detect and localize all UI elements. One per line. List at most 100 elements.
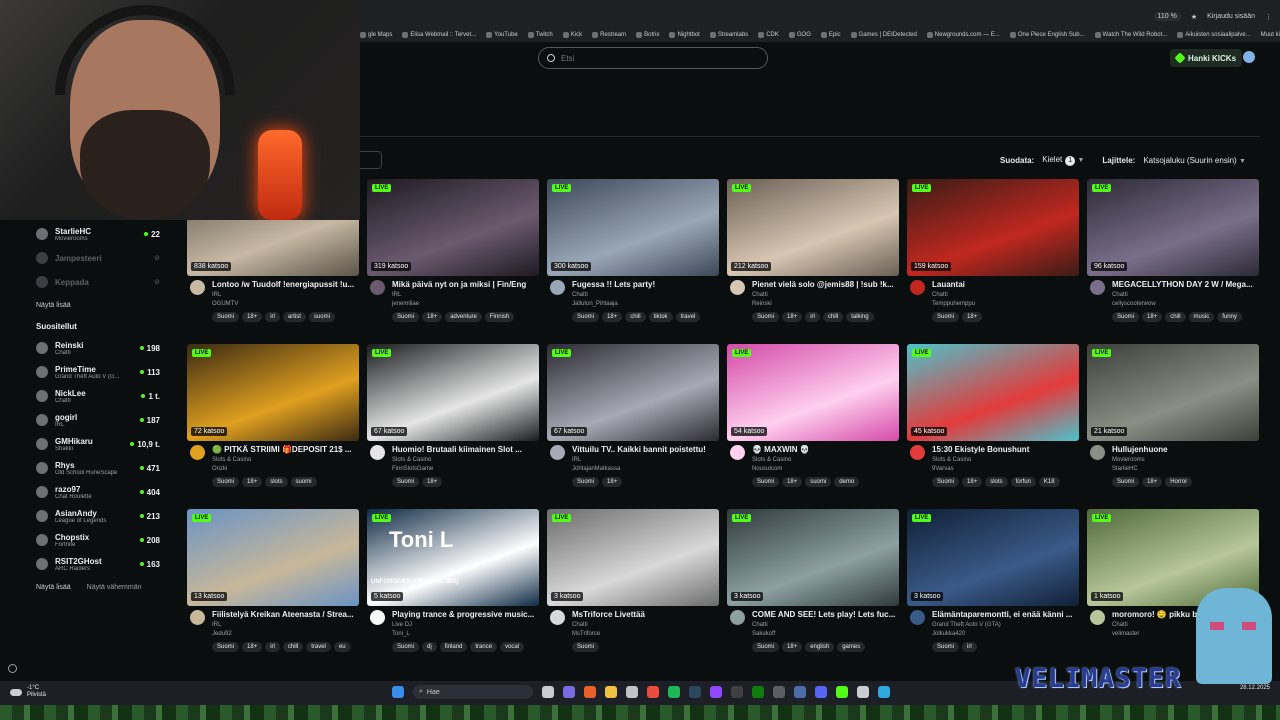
tag-chip[interactable]: english bbox=[805, 642, 835, 652]
stream-category[interactable]: Chatti bbox=[932, 292, 948, 298]
stream-title[interactable]: MsTriforce Livettää bbox=[572, 610, 718, 619]
stream-thumbnail[interactable]: LIVE 72 katsoo bbox=[187, 344, 359, 441]
stream-title[interactable]: Vittuilu TV.. Kaikki bannit poistettu! bbox=[572, 445, 718, 454]
tag-chip[interactable]: travel bbox=[306, 642, 331, 652]
bookmark-item[interactable]: Streamlabs bbox=[709, 32, 748, 38]
sidebar-item-chopstix[interactable]: Chopstix Fortnite 208 bbox=[26, 528, 160, 552]
tag-chip[interactable]: talking bbox=[846, 312, 874, 322]
stream-card[interactable]: LIVE 67 katsoo Huomio! Brutaali kiimainen … bbox=[367, 344, 539, 496]
app-icon[interactable] bbox=[563, 686, 575, 698]
stream-category[interactable]: Chatti bbox=[1112, 292, 1128, 298]
tag-chip[interactable]: 18+ bbox=[782, 477, 803, 487]
xbox-icon[interactable] bbox=[752, 686, 764, 698]
avatar[interactable] bbox=[730, 280, 745, 295]
stream-thumbnail[interactable]: LIVE 159 katsoo bbox=[907, 179, 1079, 276]
sidebar-item-starliehc[interactable]: StarlieHC Movierooms 22 bbox=[26, 222, 160, 246]
tag-chip[interactable]: travel bbox=[675, 312, 701, 322]
app-icon[interactable] bbox=[857, 686, 869, 698]
channel-name[interactable]: jenemiliae bbox=[392, 301, 419, 307]
bookmark-item[interactable]: Watch The Wild Robot... bbox=[1094, 32, 1167, 38]
stream-card[interactable]: LIVE 72 katsoo 🟢 PITKÄ STRIIMI 🎁DEPOSIT 21… bbox=[187, 344, 359, 496]
steam-icon[interactable] bbox=[689, 686, 701, 698]
avatar[interactable] bbox=[730, 610, 745, 625]
tag-chip[interactable]: 18+ bbox=[242, 312, 263, 322]
show-more-button[interactable]: Näytä lisää bbox=[36, 584, 71, 591]
channel-name[interactable]: Temppuhemppu bbox=[932, 301, 975, 307]
avatar[interactable] bbox=[370, 280, 385, 295]
tag-chip[interactable]: funny bbox=[1217, 312, 1242, 322]
bookmark-item[interactable]: YouTube bbox=[486, 32, 518, 38]
tag-chip[interactable]: 18+ bbox=[1142, 477, 1163, 487]
search-input[interactable] bbox=[561, 53, 751, 63]
stream-category[interactable]: Chatti bbox=[752, 292, 768, 298]
weather-widget[interactable]: -1°C Pilvistä bbox=[10, 685, 46, 699]
stream-card[interactable]: LIVE 21 katsoo Hullujenhuone Movierooms Star… bbox=[1087, 344, 1259, 496]
avatar[interactable] bbox=[550, 610, 565, 625]
sidebar-item-keppada[interactable]: Keppada ⊘ bbox=[26, 270, 160, 294]
stream-title[interactable]: Elämäntaparemontti, ei enää känni ... bbox=[932, 610, 1078, 619]
avatar[interactable] bbox=[910, 280, 925, 295]
stream-title[interactable]: Hullujenhuone bbox=[1112, 445, 1258, 454]
tag-chip[interactable]: Horror bbox=[1165, 477, 1193, 487]
avatar[interactable] bbox=[190, 610, 205, 625]
stream-thumbnail[interactable]: Toni L UNFORGIVEN (ORIGINAL MIX) LIVE 5 kat… bbox=[367, 509, 539, 606]
tag-chip[interactable]: Suomi bbox=[392, 642, 420, 652]
stream-card[interactable]: LIVE 67 katsoo Vittuilu TV.. Kaikki bannit… bbox=[547, 344, 719, 496]
kick-icon[interactable] bbox=[836, 686, 848, 698]
search-box[interactable] bbox=[538, 47, 768, 69]
stream-title[interactable]: MEGACELLYTHON DAY 2 W / Mega... bbox=[1112, 280, 1258, 289]
stream-title[interactable]: Lauantai bbox=[932, 280, 1078, 289]
stream-title[interactable]: Lontoo /w Tuudolf !energiapussit !u... bbox=[212, 280, 358, 289]
channel-name[interactable]: Onzki bbox=[212, 466, 227, 472]
menu-icon[interactable]: ⋮ bbox=[1265, 13, 1272, 21]
channel-name[interactable]: velimaster bbox=[1112, 631, 1139, 637]
tag-chip[interactable]: slots bbox=[265, 477, 288, 487]
stream-title[interactable]: 💀 MAXWIN 💀 bbox=[752, 445, 898, 454]
channel-name[interactable]: Nousutcom bbox=[752, 466, 782, 472]
tag-chip[interactable]: Suomi bbox=[752, 477, 780, 487]
stream-category[interactable]: Chatti bbox=[572, 292, 588, 298]
stream-category[interactable]: Movierooms bbox=[1112, 457, 1145, 463]
bookmarks-folder[interactable]: Muut kirjanmerkit bbox=[1261, 32, 1280, 38]
stream-card[interactable]: LIVE 45 katsoo 15:30 Ekistyle Bonushunt Slo… bbox=[907, 344, 1079, 496]
avatar[interactable] bbox=[910, 445, 925, 460]
sidebar-item-primetime[interactable]: PrimeTime Grand Theft Auto V (G... 113 bbox=[26, 360, 160, 384]
app-icon[interactable] bbox=[878, 686, 890, 698]
stream-category[interactable]: IRL bbox=[212, 622, 221, 628]
tag-chip[interactable]: 18+ bbox=[422, 312, 443, 322]
bookmark-item[interactable]: Kick bbox=[562, 32, 582, 38]
bookmark-item[interactable]: GOG bbox=[788, 32, 811, 38]
tag-chip[interactable]: chill bbox=[822, 312, 844, 322]
tag-chip[interactable]: Suomi bbox=[572, 477, 600, 487]
stream-card[interactable]: LIVE 3 katsoo MsTriforce Livettää Chatti MsT… bbox=[547, 509, 719, 661]
stream-card[interactable]: LIVE 54 katsoo 💀 MAXWIN 💀 Slots & Casino Nou… bbox=[727, 344, 899, 496]
tag-chip[interactable]: Suomi bbox=[212, 312, 240, 322]
channel-name[interactable]: cellyscooterwow bbox=[1112, 301, 1156, 307]
bookmark-item[interactable]: gle Maps bbox=[360, 32, 392, 38]
app-icon[interactable] bbox=[773, 686, 785, 698]
tag-chip[interactable]: irl bbox=[265, 642, 280, 652]
tag-chip[interactable]: finland bbox=[439, 642, 468, 652]
tag-chip[interactable]: Suomi bbox=[932, 642, 960, 652]
channel-name[interactable]: FinnSlotsGame bbox=[392, 466, 433, 472]
system-tray[interactable]: 28.12.2025 bbox=[1240, 685, 1270, 692]
taskbar-search[interactable]: ⌕ Hae bbox=[413, 685, 533, 699]
channel-name[interactable]: JohtajanMatkassa bbox=[572, 466, 620, 472]
taskview-icon[interactable] bbox=[542, 686, 554, 698]
tag-chip[interactable]: Suomi bbox=[932, 477, 960, 487]
tag-chip[interactable]: artist bbox=[282, 312, 306, 322]
stream-thumbnail[interactable]: LIVE 3 katsoo bbox=[727, 509, 899, 606]
channel-name[interactable]: 9Varvas bbox=[932, 466, 954, 472]
stream-title[interactable]: Huomio! Brutaali kiimainen Slot ... bbox=[392, 445, 538, 454]
show-less-button[interactable]: Näytä vähemmän bbox=[87, 584, 142, 591]
tag-chip[interactable]: dj bbox=[422, 642, 437, 652]
avatar[interactable] bbox=[550, 280, 565, 295]
avatar[interactable] bbox=[910, 610, 925, 625]
tag-chip[interactable]: 18+ bbox=[422, 477, 443, 487]
stream-category[interactable]: IRL bbox=[212, 292, 221, 298]
get-kicks-button[interactable]: Hanki KICKs bbox=[1170, 49, 1243, 67]
stream-category[interactable]: IRL bbox=[392, 292, 401, 298]
tag-chip[interactable]: suomi bbox=[308, 312, 335, 322]
tag-chip[interactable]: tiktok bbox=[648, 312, 673, 322]
folder-icon[interactable] bbox=[605, 686, 617, 698]
